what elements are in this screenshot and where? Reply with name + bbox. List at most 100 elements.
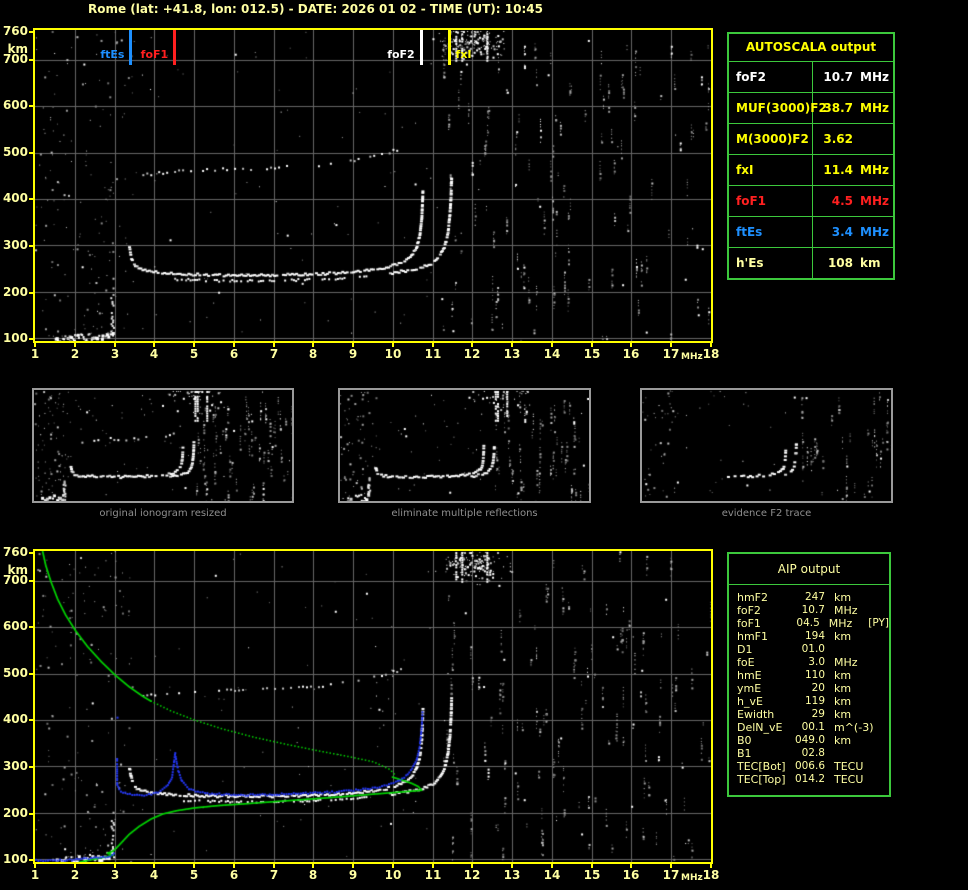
parameter-unit: MHz bbox=[834, 604, 858, 617]
parameter-unit bbox=[834, 747, 876, 760]
y-tick-mark bbox=[29, 813, 33, 815]
autoscala-table-title: AUTOSCALA output bbox=[729, 34, 893, 62]
x-tick-label: 3 bbox=[110, 347, 120, 361]
parameter-value: 4.5 MHz bbox=[813, 186, 893, 216]
y-tick-label: 760 bbox=[2, 545, 28, 559]
thumbnail-no-multiples bbox=[338, 388, 591, 503]
parameter-name: B0 bbox=[737, 734, 752, 747]
thumbnail-f2-trace bbox=[640, 388, 893, 503]
parameter-unit: MHz bbox=[834, 656, 858, 669]
marker-label-fxI: fxI bbox=[455, 48, 472, 61]
y-tick-mark bbox=[29, 245, 33, 247]
y-axis-unit-label: km bbox=[7, 563, 28, 577]
parameter-name: foF1 bbox=[737, 617, 761, 630]
y-tick-label: 100 bbox=[2, 852, 28, 866]
y-tick-mark bbox=[29, 152, 33, 154]
autoscala-row-fof2: foF2 10.7 MHz bbox=[729, 62, 893, 93]
autoscala-row-fxi: fxI 11.4 MHz bbox=[729, 155, 893, 186]
top-ionogram-plot: ftEs foF1 foF2 fxI bbox=[33, 28, 713, 343]
parameter-unit: TECU bbox=[834, 760, 864, 773]
marker-label-foF2: foF2 bbox=[387, 48, 415, 61]
y-axis-unit-label: km bbox=[7, 42, 28, 56]
caption-no-multiples: eliminate multiple reflections bbox=[391, 508, 538, 519]
aip-row-foe: foE 3.0 MHz bbox=[737, 656, 889, 669]
marker-line-fxI bbox=[447, 30, 451, 65]
parameter-name: fxI bbox=[729, 155, 813, 185]
x-axis-unit-label: MHz bbox=[681, 352, 703, 362]
x-tick-label: 12 bbox=[463, 347, 481, 361]
x-tick-label: 2 bbox=[70, 347, 80, 361]
aip-row-hve: h_vE 119 km bbox=[737, 695, 889, 708]
parameter-name: D1 bbox=[737, 643, 753, 656]
parameter-value: 10.7 bbox=[801, 604, 825, 616]
aip-row-d1: D1 01.0 bbox=[737, 643, 889, 656]
aip-row-fof1: foF1 04.5 MHz [PY] bbox=[737, 617, 889, 630]
y-tick-label: 500 bbox=[2, 666, 28, 680]
parameter-value: 01.0 bbox=[801, 643, 825, 655]
parameter-value: 02.8 bbox=[801, 747, 825, 759]
x-tick-label: 12 bbox=[463, 868, 481, 882]
value-number: 3.4 bbox=[831, 225, 853, 239]
value-unit: MHz bbox=[860, 163, 889, 177]
x-tick-label: 14 bbox=[543, 347, 561, 361]
marker-label-foF1: foF1 bbox=[140, 48, 169, 61]
bottom-ionogram-canvas bbox=[35, 551, 711, 862]
marker-line-foF2 bbox=[419, 30, 423, 65]
aip-row-fof2: foF2 10.7 MHz bbox=[737, 604, 889, 617]
parameter-value: 3.4 MHz bbox=[813, 217, 893, 247]
aip-row-tectop: TEC[Top] 014.2 TECU bbox=[737, 773, 889, 786]
autoscala-table-rows: foF2 10.7 MHz MUF(3000)F2 38.7 MHz M(3000)F2 3.… bbox=[729, 62, 893, 278]
parameter-unit: km bbox=[834, 695, 852, 708]
station-title: Rome (lat: +41.8, lon: 012.5) - DATE: 20… bbox=[88, 2, 543, 16]
aip-row-b0: B0 049.0 km bbox=[737, 734, 889, 747]
y-tick-label: 100 bbox=[2, 331, 28, 345]
y-tick-label: 600 bbox=[2, 619, 28, 633]
parameter-name: hmF2 bbox=[737, 591, 769, 604]
bottom-ionogram-plot bbox=[33, 549, 713, 864]
y-tick-mark bbox=[29, 552, 33, 554]
parameter-value: 20 bbox=[811, 682, 825, 694]
marker-line-foF1 bbox=[173, 30, 177, 65]
x-tick-label: 2 bbox=[70, 868, 80, 882]
autoscala-window: Rome (lat: +41.8, lon: 012.5) - DATE: 20… bbox=[0, 0, 968, 890]
y-tick-label: 300 bbox=[2, 238, 28, 252]
parameter-name: B1 bbox=[737, 747, 752, 760]
x-tick-label: 4 bbox=[149, 347, 159, 361]
parameter-name: Ewidth bbox=[737, 708, 775, 721]
y-tick-mark bbox=[29, 626, 33, 628]
parameter-name: MUF(3000)F2 bbox=[729, 93, 827, 123]
parameter-unit: km bbox=[834, 630, 852, 643]
x-tick-label: 14 bbox=[543, 868, 561, 882]
y-tick-label: 200 bbox=[2, 285, 28, 299]
parameter-unit: km bbox=[834, 669, 852, 682]
y-tick-mark bbox=[29, 338, 33, 340]
parameter-value: 049.0 bbox=[794, 734, 825, 746]
y-tick-mark bbox=[29, 580, 33, 582]
x-tick-label: 16 bbox=[622, 868, 640, 882]
value-number: 3.62 bbox=[823, 132, 853, 146]
y-tick-mark bbox=[29, 292, 33, 294]
x-tick-label: 5 bbox=[189, 347, 199, 361]
parameter-value: 110 bbox=[804, 669, 825, 681]
x-tick-label: 7 bbox=[269, 347, 279, 361]
x-tick-label: 13 bbox=[503, 868, 521, 882]
x-tick-label: 15 bbox=[583, 868, 601, 882]
y-tick-mark bbox=[29, 105, 33, 107]
y-tick-mark bbox=[29, 673, 33, 675]
aip-row-b1: B1 02.8 bbox=[737, 747, 889, 760]
parameter-unit: km bbox=[834, 591, 852, 604]
x-tick-label: 15 bbox=[583, 347, 601, 361]
parameter-name: foF2 bbox=[729, 62, 813, 92]
autoscala-row-ftes: ftEs 3.4 MHz bbox=[729, 217, 893, 248]
aip-row-delnve: DelN_vE 00.1 m^(-3) bbox=[737, 721, 889, 734]
thumbnail-f2-trace-canvas bbox=[642, 390, 891, 501]
parameter-name: foF2 bbox=[737, 604, 761, 617]
parameter-value: 119 bbox=[804, 695, 825, 707]
x-tick-label: 11 bbox=[424, 868, 442, 882]
autoscala-output-table: AUTOSCALA output foF2 10.7 MHz MUF(3000)F2 3… bbox=[727, 32, 895, 280]
parameter-name: h_vE bbox=[737, 695, 763, 708]
y-tick-label: 600 bbox=[2, 98, 28, 112]
parameter-value: 247 bbox=[804, 591, 825, 603]
parameter-name: ymE bbox=[737, 682, 762, 695]
parameter-unit: m^(-3) bbox=[834, 721, 874, 734]
